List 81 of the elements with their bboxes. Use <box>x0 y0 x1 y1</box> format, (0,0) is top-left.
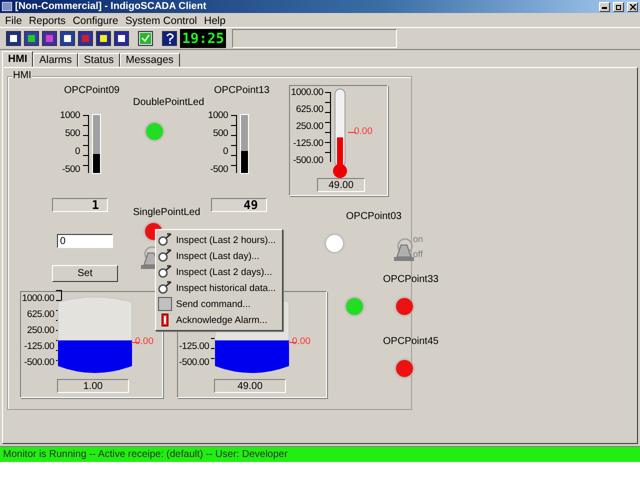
value-display: 49.00 <box>317 178 365 192</box>
tab[interactable]: HMI <box>2 51 34 67</box>
menu-item[interactable]: Reports <box>28 14 66 26</box>
menu-item[interactable]: Configure <box>72 14 118 26</box>
scale-label: 625.00 <box>296 105 324 115</box>
on-label: on <box>413 234 424 244</box>
scale-label: 500 <box>212 129 228 139</box>
tab[interactable]: Alarms <box>33 53 78 67</box>
scale-label: 1000.00 <box>22 294 54 304</box>
context-menu-item[interactable]: Acknowledge Alarm... <box>158 312 280 328</box>
help-icon[interactable] <box>162 31 177 46</box>
point-label: DoublePointLed <box>133 97 204 108</box>
tab[interactable]: Status <box>78 53 120 67</box>
magnifier-icon <box>158 233 172 247</box>
value-display: 49.00 <box>214 379 286 393</box>
scale-label: -500 <box>62 165 80 175</box>
setpoint-label: 0.00 <box>135 336 154 348</box>
set-button[interactable]: Set <box>52 265 118 282</box>
tab[interactable]: Messages <box>120 53 180 67</box>
led-indicator[interactable] <box>396 360 413 377</box>
point-label: OPCPoint13 <box>214 85 270 96</box>
context-menu-item[interactable]: Inspect (Last day)... <box>158 248 280 264</box>
toggle-switch-icon[interactable] <box>391 237 415 263</box>
point-label: OPCPoint45 <box>383 336 439 347</box>
scale-label: -125.00 <box>179 342 210 352</box>
menu-item[interactable]: System Control <box>125 14 197 26</box>
context-menu-item[interactable]: Send command... <box>158 296 280 312</box>
toolbar-icon[interactable] <box>114 31 129 46</box>
digital-display: 1 <box>52 198 108 212</box>
led-indicator[interactable] <box>396 298 413 315</box>
toolbar-icon[interactable] <box>6 31 21 46</box>
window-title: [Non-Commercial] - IndigoSCADA Client <box>15 1 208 12</box>
point-label: SinglePointLed <box>133 207 200 218</box>
scale-label: 0 <box>74 147 80 157</box>
magnifier-icon <box>158 265 172 279</box>
context-menu-item[interactable]: Inspect (Last 2 days)... <box>158 264 280 280</box>
value-input[interactable]: 0 <box>57 234 113 248</box>
scale-label: -500.00 <box>24 358 54 368</box>
scale-label: -500.00 <box>179 358 210 368</box>
app-icon <box>2 2 12 11</box>
check-icon[interactable] <box>138 31 153 46</box>
context-menu-item[interactable]: Inspect historical data... <box>158 280 280 296</box>
close-button[interactable] <box>627 2 638 12</box>
value-display: 1.00 <box>57 379 129 393</box>
setpoint-label: 0.00 <box>354 126 372 138</box>
scale-label: 250.00 <box>296 122 324 132</box>
clock-display: 19:25 <box>180 29 226 48</box>
point-label: OPCPoint03 <box>346 211 402 222</box>
menu-item[interactable]: Help <box>204 14 226 26</box>
toolbar-icon[interactable] <box>24 31 39 46</box>
menu-item[interactable]: File <box>5 14 22 26</box>
point-label: OPCPoint09 <box>64 85 120 96</box>
square-icon <box>158 297 172 311</box>
scale-label: -125.00 <box>24 342 54 352</box>
group-title: HMI <box>12 70 32 81</box>
magnifier-icon <box>158 281 172 295</box>
scale-label: 1000.00 <box>291 88 324 98</box>
status-text: Monitor is Running -- Active receipe: (default) -- User: Developer <box>3 449 288 460</box>
scale-label: 1000 <box>208 111 228 121</box>
toolbar-icon[interactable] <box>60 31 75 46</box>
minimize-icon <box>602 4 607 9</box>
magnifier-icon <box>158 249 172 263</box>
scale-label: 250.00 <box>26 326 54 336</box>
scale-label: -125.00 <box>293 139 324 149</box>
thermometer-bulb <box>333 164 347 178</box>
minimize-button[interactable] <box>599 2 610 12</box>
restore-button[interactable] <box>613 2 624 12</box>
context-menu-item[interactable]: Inspect (Last 2 hours)... <box>158 232 280 248</box>
scale-label: 0 <box>222 147 228 157</box>
close-icon <box>630 4 636 10</box>
scale-label: -500.00 <box>293 156 324 166</box>
setpoint-label: 0.00 <box>292 336 310 348</box>
off-label: off <box>413 249 423 259</box>
scale-label: 625.00 <box>26 310 54 320</box>
digital-display: 49 <box>211 198 267 212</box>
point-label: OPCPoint33 <box>383 274 439 285</box>
toolbar-icon[interactable] <box>96 31 111 46</box>
scale-label: 500 <box>64 129 80 139</box>
scale-label: 1000 <box>60 111 80 121</box>
restore-icon <box>616 4 622 10</box>
scale-label: -500 <box>210 165 228 175</box>
